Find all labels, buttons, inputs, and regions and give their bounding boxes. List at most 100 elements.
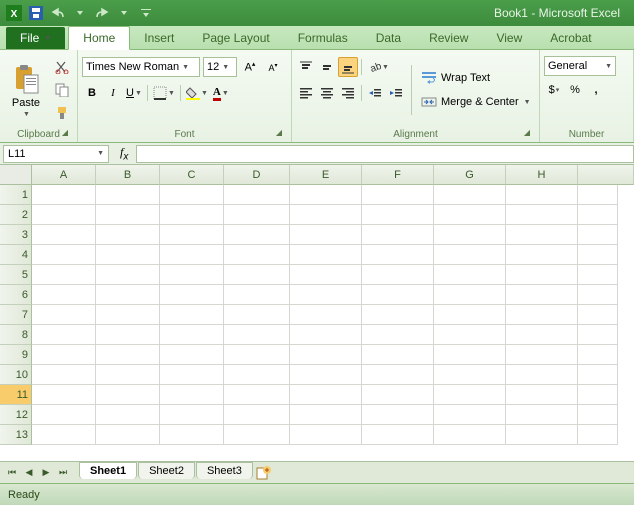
cell[interactable] <box>506 205 578 225</box>
row-header-11[interactable]: 11 <box>0 385 32 405</box>
cell[interactable] <box>578 285 618 305</box>
cell[interactable] <box>32 325 96 345</box>
cell[interactable] <box>160 385 224 405</box>
cell[interactable] <box>160 405 224 425</box>
sheet-nav-next[interactable]: ▶ <box>38 465 54 481</box>
cell[interactable] <box>32 245 96 265</box>
chevron-down-icon[interactable]: ▼ <box>97 150 104 157</box>
cell[interactable] <box>434 425 506 445</box>
cell[interactable] <box>506 265 578 285</box>
dialog-launcher-icon[interactable]: ◢ <box>521 128 533 140</box>
tab-file[interactable]: File▼ <box>6 27 65 49</box>
cell[interactable] <box>290 265 362 285</box>
cell[interactable] <box>32 365 96 385</box>
comma-button[interactable]: , <box>586 80 606 100</box>
font-color-button[interactable]: A▼ <box>211 83 231 103</box>
cell[interactable] <box>434 385 506 405</box>
cell[interactable] <box>578 365 618 385</box>
cell[interactable] <box>224 325 290 345</box>
tab-home[interactable]: Home <box>68 26 130 50</box>
merge-center-button[interactable]: Merge & Center▼ <box>417 91 535 113</box>
cell[interactable] <box>32 265 96 285</box>
font-size-combo[interactable]: 12▼ <box>203 57 237 77</box>
cell[interactable] <box>578 305 618 325</box>
tab-insert[interactable]: Insert <box>130 27 188 49</box>
cell[interactable] <box>290 365 362 385</box>
qat-customize-icon[interactable] <box>136 3 156 23</box>
cell[interactable] <box>96 245 160 265</box>
new-sheet-button[interactable] <box>254 465 274 481</box>
cell[interactable] <box>224 305 290 325</box>
sheet-nav-prev[interactable]: ◀ <box>21 465 37 481</box>
cell[interactable] <box>506 185 578 205</box>
row-header-1[interactable]: 1 <box>0 185 32 205</box>
cell[interactable] <box>224 185 290 205</box>
column-header-D[interactable]: D <box>224 165 290 185</box>
align-right-button[interactable] <box>338 83 358 103</box>
cell[interactable] <box>96 385 160 405</box>
redo-dropdown-icon[interactable] <box>114 3 134 23</box>
cell[interactable] <box>224 405 290 425</box>
formula-input[interactable] <box>136 145 634 163</box>
cell[interactable] <box>506 425 578 445</box>
sheet-tab-sheet1[interactable]: Sheet1 <box>79 462 137 479</box>
excel-icon[interactable]: X <box>4 3 24 23</box>
tab-data[interactable]: Data <box>362 27 415 49</box>
undo-dropdown-icon[interactable] <box>70 3 90 23</box>
cell[interactable] <box>434 185 506 205</box>
cell[interactable] <box>362 365 434 385</box>
cell[interactable] <box>362 305 434 325</box>
grow-font-button[interactable]: A▴ <box>240 57 260 77</box>
cell[interactable] <box>362 325 434 345</box>
align-bottom-button[interactable] <box>338 57 358 77</box>
cell[interactable] <box>96 285 160 305</box>
cell[interactable] <box>578 325 618 345</box>
cell[interactable] <box>290 325 362 345</box>
underline-button[interactable]: U▼ <box>124 83 144 103</box>
increase-indent-button[interactable] <box>386 83 406 103</box>
decrease-indent-button[interactable] <box>365 83 385 103</box>
cell[interactable] <box>290 305 362 325</box>
orientation-button[interactable]: ab▼ <box>365 57 391 77</box>
dialog-launcher-icon[interactable]: ◢ <box>59 128 71 140</box>
cell[interactable] <box>434 225 506 245</box>
dialog-launcher-icon[interactable]: ◢ <box>273 128 285 140</box>
row-header-3[interactable]: 3 <box>0 225 32 245</box>
cell[interactable] <box>578 385 618 405</box>
cell[interactable] <box>160 365 224 385</box>
cell[interactable] <box>160 265 224 285</box>
column-header-H[interactable]: H <box>506 165 578 185</box>
cell[interactable] <box>224 205 290 225</box>
cell[interactable] <box>362 405 434 425</box>
cell[interactable] <box>434 305 506 325</box>
cell[interactable] <box>32 225 96 245</box>
cell[interactable] <box>96 185 160 205</box>
cell[interactable] <box>578 245 618 265</box>
sheet-nav-first[interactable]: ⏮ <box>4 465 20 481</box>
cell[interactable] <box>434 265 506 285</box>
tab-review[interactable]: Review <box>415 27 482 49</box>
cell[interactable] <box>224 245 290 265</box>
cell[interactable] <box>290 405 362 425</box>
align-middle-button[interactable] <box>317 57 337 77</box>
italic-button[interactable]: I <box>103 83 123 103</box>
sheet-tab-sheet3[interactable]: Sheet3 <box>196 462 253 479</box>
row-header-12[interactable]: 12 <box>0 405 32 425</box>
cell[interactable] <box>290 185 362 205</box>
cell[interactable] <box>96 345 160 365</box>
cell[interactable] <box>290 225 362 245</box>
cell[interactable] <box>362 185 434 205</box>
column-header[interactable] <box>578 165 634 185</box>
cell[interactable] <box>434 205 506 225</box>
cell-area[interactable] <box>32 185 634 461</box>
tab-formulas[interactable]: Formulas <box>284 27 362 49</box>
column-header-G[interactable]: G <box>434 165 506 185</box>
cell[interactable] <box>362 285 434 305</box>
row-header-9[interactable]: 9 <box>0 345 32 365</box>
cell[interactable] <box>434 365 506 385</box>
number-format-combo[interactable]: General▼ <box>544 56 616 76</box>
cell[interactable] <box>32 385 96 405</box>
fx-button[interactable]: fx <box>116 145 132 162</box>
cell[interactable] <box>506 325 578 345</box>
save-icon[interactable] <box>26 3 46 23</box>
